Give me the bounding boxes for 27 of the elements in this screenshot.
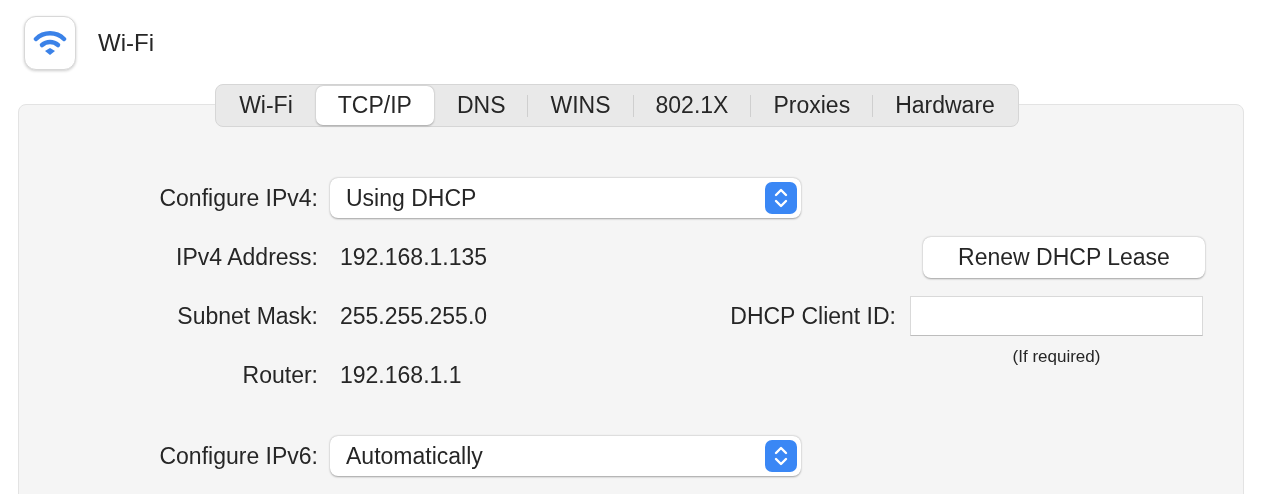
- field-value: 192.168.1.135: [340, 242, 489, 272]
- field-label: Configure IPv4:: [158, 183, 318, 213]
- tab[interactable]: DNS: [434, 86, 528, 125]
- tab[interactable]: 802.1X: [633, 86, 751, 125]
- field-label: Configure IPv6:: [158, 441, 318, 471]
- field-label: DHCP Client ID:: [729, 301, 896, 331]
- hint-text: (If required): [1012, 346, 1101, 368]
- stepper-icon: [765, 182, 797, 214]
- popup-value: Using DHCP: [346, 183, 477, 213]
- tab[interactable]: Hardware: [873, 86, 1017, 125]
- tab[interactable]: Proxies: [751, 86, 873, 125]
- ipv6-popup[interactable]: Automatically: [330, 436, 801, 476]
- field-value: 192.168.1.1: [340, 360, 463, 390]
- field-label: IPv4 Address:: [175, 242, 318, 272]
- field-label: Router:: [241, 360, 318, 390]
- field-value: 255.255.255.0: [340, 301, 489, 331]
- popup-value: Automatically: [346, 441, 483, 471]
- tab[interactable]: WINS: [528, 86, 633, 125]
- stepper-icon: [765, 440, 797, 472]
- client-id-field[interactable]: [910, 296, 1203, 336]
- wifi-app-icon: [24, 16, 76, 70]
- field-label: Subnet Mask:: [176, 301, 318, 331]
- tab[interactable]: TCP/IP: [315, 86, 434, 125]
- renew-lease-button[interactable]: Renew DHCP Lease: [923, 236, 1205, 278]
- tab[interactable]: Wi-Fi: [217, 86, 315, 125]
- pane-title: Wi-Fi: [98, 28, 154, 58]
- ipv4-popup[interactable]: Using DHCP: [330, 178, 801, 218]
